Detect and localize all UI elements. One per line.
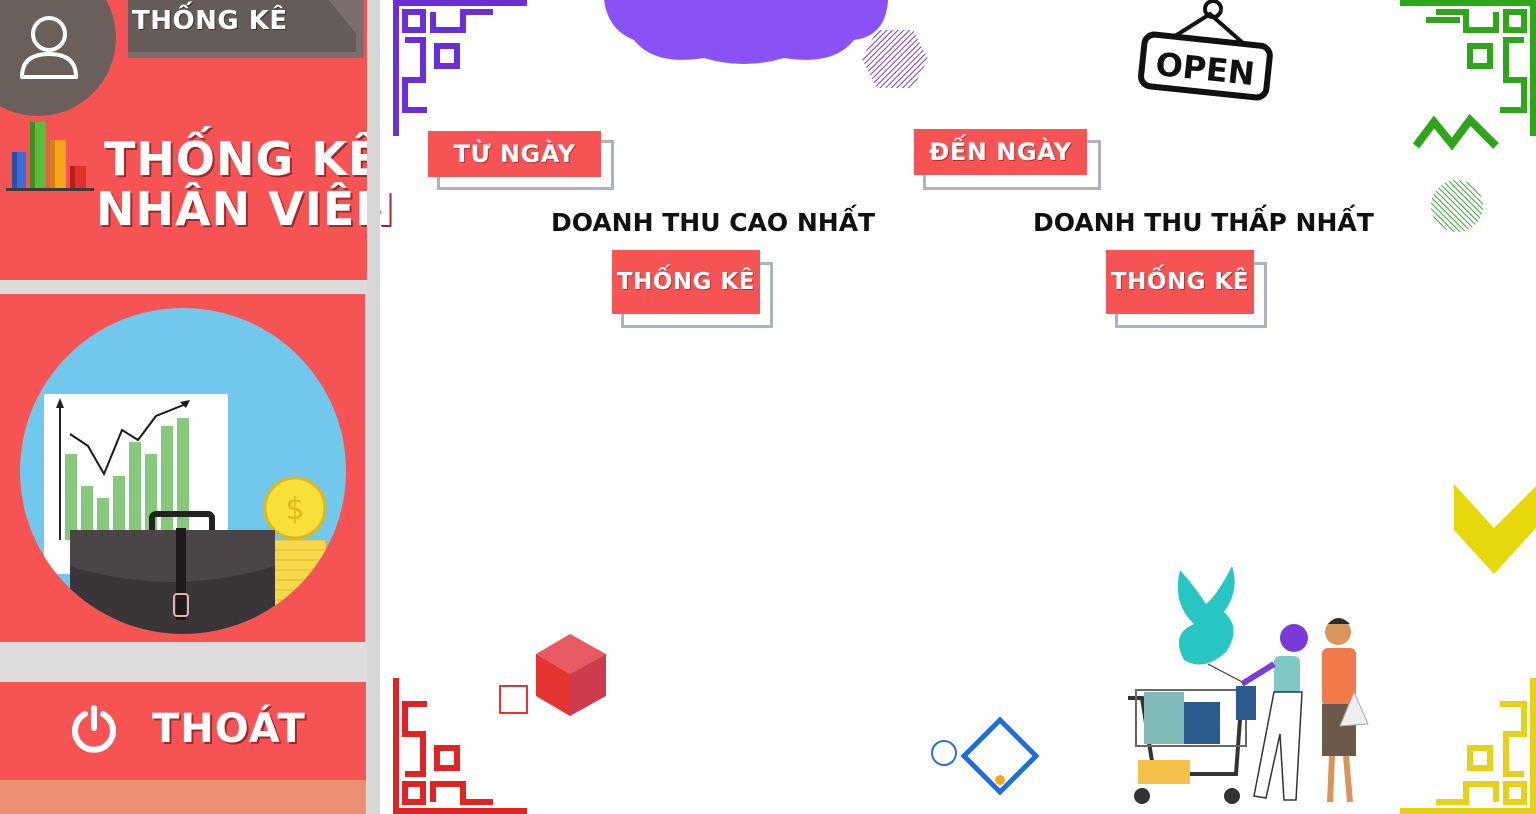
corner-ornament-bottom-right: [1400, 678, 1536, 814]
green-circle-pattern: [1431, 180, 1483, 232]
highest-revenue-heading: DOANH THU CAO NHẤT: [551, 208, 876, 237]
from-date-label: TỪ NGÀY: [428, 131, 601, 177]
growth-chart-illustration: $: [44, 394, 327, 634]
power-icon[interactable]: [70, 704, 118, 754]
lowest-stat-button[interactable]: THỐNG KÊ: [1106, 250, 1254, 314]
header-tab-label: THỐNG KÊ: [132, 6, 288, 36]
open-sign-icon: OPEN: [1138, 0, 1273, 101]
svg-text:$: $: [285, 492, 304, 527]
red-cube-shape: [499, 634, 606, 716]
hexagon-pattern-shape: [862, 30, 928, 88]
yellow-chevron-shape: [1454, 484, 1536, 574]
purple-cloud-shape: [604, 0, 888, 64]
shopping-couple-illustration: [1128, 566, 1369, 804]
corner-ornament-top-left: [393, 0, 527, 136]
page-title-line1: THỐNG KÊ: [104, 132, 381, 186]
business-illustration: $: [20, 308, 346, 634]
exit-button-label[interactable]: THOÁT: [152, 706, 306, 752]
lowest-revenue-heading: DOANH THU THẤP NHẤT: [1033, 208, 1374, 237]
bar-chart-icon: [6, 122, 94, 191]
to-date-label: ĐẾN NGÀY: [914, 129, 1087, 175]
footer-strip: [0, 780, 366, 814]
highest-stat-button[interactable]: THỐNG KÊ: [612, 250, 760, 314]
user-icon: [20, 16, 78, 79]
blue-diamond-shape: [931, 716, 1040, 796]
green-zigzag-shape: [1412, 114, 1499, 151]
page-title-line2: NHÂN VIÊN: [96, 182, 395, 236]
sidebar-divider: [367, 0, 380, 814]
